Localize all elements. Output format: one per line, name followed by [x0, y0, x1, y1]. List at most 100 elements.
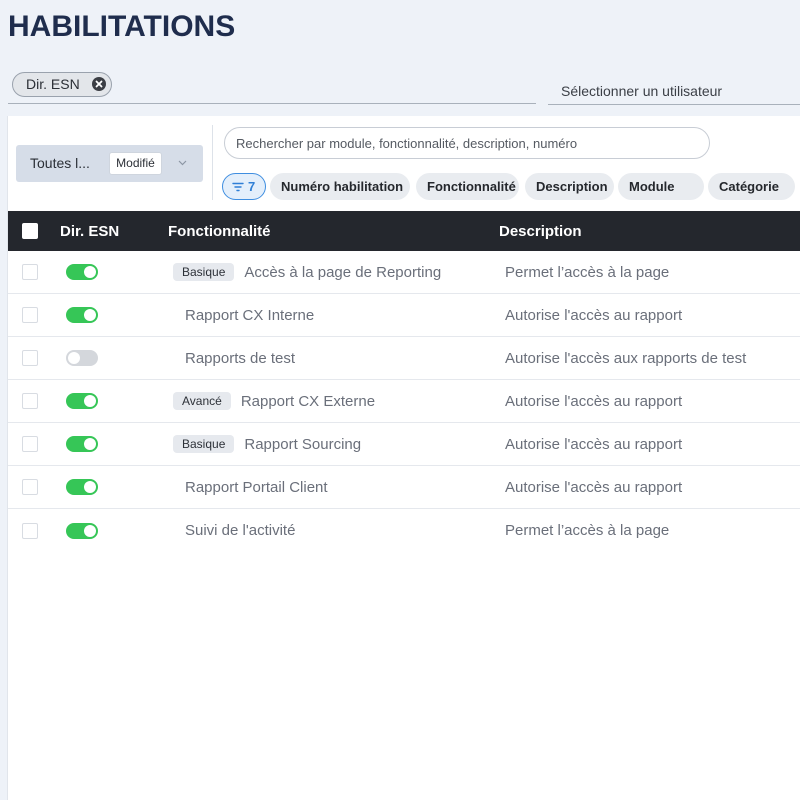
search-input[interactable]	[224, 127, 710, 159]
active-filters-button[interactable]: 7	[222, 173, 266, 200]
selected-user-chip[interactable]: Dir. ESN	[12, 72, 112, 97]
checkbox-cell	[8, 436, 52, 452]
feature-description: Autorise l'accès au rapport	[505, 392, 683, 410]
feature-name: Rapport CX Interne	[185, 306, 315, 324]
role-cell	[52, 307, 160, 323]
role-cell	[52, 350, 160, 366]
active-filters-count: 7	[248, 179, 256, 194]
feature-description: Autorise l'accès aux rapports de test	[505, 349, 747, 367]
column-chip-categorie[interactable]: Catégorie	[708, 173, 795, 200]
toggle-knob	[84, 481, 96, 493]
description-cell: Autorise l'accès aux rapports de test	[491, 350, 800, 367]
feature-description: Autorise l'accès au rapport	[505, 435, 683, 453]
column-chip-fonctionnalite[interactable]: Fonctionnalité	[416, 173, 519, 200]
select-all-checkbox[interactable]	[22, 223, 38, 239]
status-filter-select[interactable]: Toutes l... Modifié	[16, 145, 203, 182]
table-row: Rapport CX Interne Autorise l'accès au r…	[8, 294, 800, 337]
user-select-placeholder: Sélectionner un utilisateur	[561, 83, 723, 99]
row-checkbox[interactable]	[22, 350, 38, 366]
permission-toggle[interactable]	[66, 350, 98, 366]
checkbox-cell	[8, 264, 52, 280]
row-checkbox[interactable]	[22, 479, 38, 495]
feature-cell: Rapport CX Interne	[160, 307, 491, 324]
row-checkbox[interactable]	[22, 522, 38, 539]
column-chip-module[interactable]: Module	[618, 173, 704, 200]
description-cell: Permet l’accès à la page	[491, 264, 800, 281]
header-role: Dir. ESN	[60, 222, 120, 240]
role-cell	[52, 264, 160, 280]
row-checkbox[interactable]	[22, 264, 38, 280]
feature-description: Permet l’accès à la page	[505, 522, 670, 539]
level-badge: Basique	[173, 435, 235, 453]
column-chip-numero-habilitation[interactable]: Numéro habilitation	[270, 173, 410, 200]
chevron-down-icon	[178, 160, 187, 166]
role-cell	[52, 522, 160, 539]
header-description: Description	[499, 222, 582, 240]
selected-users-field[interactable]: Dir. ESN	[8, 66, 536, 104]
habilitations-panel: Toutes l... Modifié 7 Numéro habilitatio…	[8, 116, 800, 800]
selected-user-chip-label: Dir. ESN	[26, 76, 80, 92]
row-checkbox[interactable]	[22, 393, 38, 409]
toolbar-divider	[212, 125, 213, 200]
filter-icon	[232, 182, 244, 192]
table-row: Basique Rapport Sourcing Autorise l'accès…	[8, 423, 800, 466]
role-cell	[52, 479, 160, 495]
description-cell: Autorise l'accès au rapport	[491, 436, 800, 453]
permission-toggle[interactable]	[66, 393, 98, 409]
feature-cell: Rapport Portail Client	[160, 479, 491, 496]
permission-toggle[interactable]	[66, 264, 98, 280]
table-row: Basique Accès à la page de Reporting Perm…	[8, 251, 800, 294]
checkbox-cell	[8, 522, 52, 539]
feature-name: Rapport Portail Client	[185, 478, 328, 496]
toggle-knob	[84, 524, 96, 537]
feature-cell: Rapports de test	[160, 350, 491, 367]
status-filter-value: Toutes l...	[30, 155, 90, 171]
feature-cell: Basique Rapport Sourcing	[160, 435, 491, 453]
header-checkbox-cell	[8, 223, 52, 239]
toggle-knob	[84, 309, 96, 321]
feature-description: Permet l’accès à la page	[505, 263, 670, 281]
table-header: Dir. ESN Fonctionnalité Description	[8, 211, 800, 251]
feature-cell: Avancé Rapport CX Externe	[160, 392, 491, 410]
column-chip-description[interactable]: Description	[525, 173, 614, 200]
permission-toggle[interactable]	[66, 436, 98, 452]
toggle-knob	[84, 438, 96, 450]
description-cell: Permet l’accès à la page	[491, 522, 800, 539]
level-badge: Basique	[173, 263, 235, 281]
checkbox-cell	[8, 350, 52, 366]
checkbox-cell	[8, 393, 52, 409]
modified-badge: Modifié	[109, 152, 162, 175]
description-cell: Autorise l'accès au rapport	[491, 479, 800, 496]
row-checkbox[interactable]	[22, 436, 38, 452]
feature-cell: Basique Accès à la page de Reporting	[160, 263, 491, 281]
table-row: Avancé Rapport CX Externe Autorise l'accè…	[8, 380, 800, 423]
feature-name: Rapport CX Externe	[240, 392, 376, 410]
table-row: Rapport Portail Client Autorise l'accès …	[8, 466, 800, 509]
habilitations-table: Dir. ESN Fonctionnalité Description Basi…	[8, 211, 800, 552]
description-cell: Autorise l'accès au rapport	[491, 307, 800, 324]
row-checkbox[interactable]	[22, 307, 38, 323]
checkbox-cell	[8, 307, 52, 323]
feature-name: Accès à la page de Reporting	[244, 263, 442, 281]
permission-toggle[interactable]	[66, 307, 98, 323]
table-row: Suivi de l'activité Permet l’accès à la …	[8, 509, 800, 552]
role-cell	[52, 393, 160, 409]
header-feature: Fonctionnalité	[168, 222, 271, 240]
permission-toggle[interactable]	[66, 479, 98, 495]
feature-description: Autorise l'accès au rapport	[505, 306, 683, 324]
feature-name: Suivi de l'activité	[185, 522, 296, 539]
page-title: HABILITATIONS	[8, 10, 236, 43]
checkbox-cell	[8, 479, 52, 495]
feature-description: Autorise l'accès au rapport	[505, 478, 683, 496]
permission-toggle[interactable]	[66, 522, 98, 539]
toggle-knob	[84, 266, 96, 278]
feature-name: Rapports de test	[185, 349, 296, 367]
close-circle-icon[interactable]	[92, 77, 106, 91]
role-cell	[52, 436, 160, 452]
user-select[interactable]: Sélectionner un utilisateur	[548, 78, 800, 105]
description-cell: Autorise l'accès au rapport	[491, 393, 800, 410]
feature-name: Rapport Sourcing	[244, 435, 362, 453]
toggle-knob	[84, 395, 96, 407]
toggle-knob	[68, 352, 80, 364]
feature-cell: Suivi de l'activité	[160, 522, 491, 539]
